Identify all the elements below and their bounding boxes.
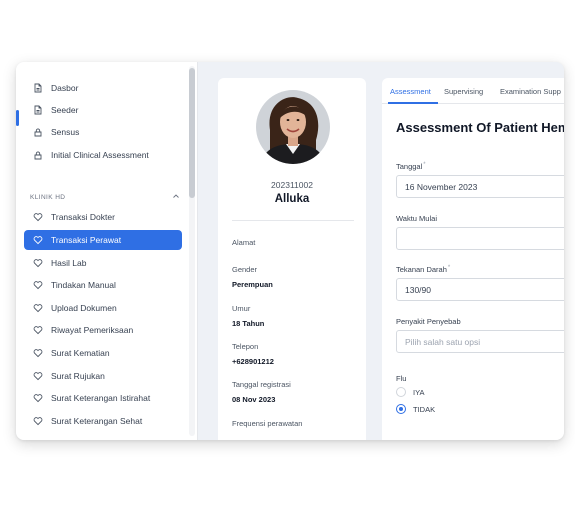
radio-button-checked[interactable] <box>396 404 406 414</box>
penyakit-penyebab-label: Penyakit Penyebab <box>396 317 461 326</box>
radio-button[interactable] <box>396 387 406 397</box>
flu-option-tidak[interactable]: TIDAK <box>396 404 435 414</box>
divider <box>232 220 354 221</box>
heart-icon <box>32 415 44 427</box>
sidebar-item-label: Transaksi Perawat <box>51 235 122 245</box>
sidebar-item-hasil-lab[interactable]: Hasil Lab <box>24 253 182 273</box>
sidebar-item-upload-dokumen[interactable]: Upload Dokumen <box>24 298 182 318</box>
lock-icon <box>32 149 44 161</box>
sidebar-item-label: Surat Rujukan <box>51 371 105 381</box>
sidebar-item-riwayat-pemeriksaan[interactable]: Riwayat Pemeriksaan <box>24 320 182 340</box>
field-label-frequensi-perawatan: Frequensi perawatan <box>232 419 303 428</box>
sidebar-item-transaksi-dokter[interactable]: Transaksi Dokter <box>24 207 182 227</box>
tanggal-label: Tanggal* <box>396 162 426 171</box>
field-label-tanggal-registrasi: Tanggal registrasi <box>232 380 291 389</box>
heart-icon <box>32 279 44 291</box>
patient-name: Alluka <box>274 193 310 205</box>
form-title: Assessment Of Patient Hem <box>396 120 564 135</box>
sidebar-item-label: Sensus <box>51 127 80 137</box>
sidebar-section-header[interactable]: KLINIK HD <box>30 192 180 202</box>
penyakit-penyebab-select[interactable]: Pilih salah satu opsi <box>396 330 564 353</box>
sidebar-item-label: Transaksi Dokter <box>51 212 115 222</box>
sidebar-scrollbar-thumb[interactable] <box>189 68 195 198</box>
radio-label: TIDAK <box>413 404 436 414</box>
sidebar-item-tindakan-manual[interactable]: Tindakan Manual <box>24 275 182 295</box>
heart-icon <box>32 324 44 336</box>
sidebar-item-label: Hasil Lab <box>51 258 87 268</box>
flu-label: Flu <box>396 374 407 383</box>
tab-bar: Assessment Supervising Examination Supp <box>382 78 564 104</box>
sidebar-item-sensus[interactable]: Sensus <box>24 122 182 142</box>
sidebar-item-label: Surat Keterangan Istirahat <box>51 393 151 403</box>
required-mark: * <box>423 162 426 168</box>
sidebar-item-surat-rujukan[interactable]: Surat Rujukan <box>24 366 182 386</box>
patient-profile-card: 202311002 Alluka Alamat Gender Perempuan… <box>218 78 366 440</box>
field-value-tanggal-registrasi: 08 Nov 2023 <box>232 395 276 404</box>
sidebar: Dasbor Seeder Sensus Initial Clinical As… <box>16 62 198 440</box>
heart-icon <box>32 234 44 246</box>
app-window: Dasbor Seeder Sensus Initial Clinical As… <box>16 62 564 440</box>
sidebar-item-label: Dasbor <box>51 83 79 93</box>
sidebar-item-label: Riwayat Pemeriksaan <box>51 325 134 335</box>
sidebar-active-marker <box>16 110 19 126</box>
field-label-gender: Gender <box>232 265 258 274</box>
field-label-telepon: Telepon <box>232 342 259 351</box>
assessment-form-panel: Assessment Supervising Examination Supp … <box>382 78 564 440</box>
sidebar-item-label: Tindakan Manual <box>51 280 116 290</box>
heart-icon <box>32 392 44 404</box>
heart-icon <box>32 257 44 269</box>
sidebar-item-seeder[interactable]: Seeder <box>24 100 182 120</box>
active-tab-indicator <box>388 102 438 104</box>
flu-option-iya[interactable]: IYA <box>396 387 425 397</box>
avatar <box>256 90 330 164</box>
field-label-alamat: Alamat <box>232 238 256 247</box>
tekanan-darah-field[interactable]: 130/90 <box>396 278 564 301</box>
heart-icon <box>32 302 44 314</box>
sidebar-item-surat-keterangan-istirahat[interactable]: Surat Keterangan Istirahat <box>24 388 182 408</box>
sidebar-section-label: KLINIK HD <box>30 193 66 201</box>
sidebar-item-label: Surat Kematian <box>51 348 110 358</box>
field-value-umur: 18 Tahun <box>232 319 265 328</box>
field-label-umur: Umur <box>232 304 251 313</box>
sidebar-item-label: Upload Dokumen <box>51 303 117 313</box>
tekanan-darah-label: Tekanan Darah* <box>396 265 451 274</box>
waktu-mulai-field[interactable] <box>396 227 564 250</box>
required-mark: * <box>447 265 451 271</box>
lock-icon <box>32 126 44 138</box>
file-icon <box>32 104 44 116</box>
sidebar-item-label: Initial Clinical Assessment <box>51 150 149 160</box>
tab-assessment[interactable]: Assessment <box>390 87 431 96</box>
heart-icon <box>32 347 44 359</box>
radio-label: IYA <box>413 387 425 397</box>
sidebar-item-label: Surat Keterangan Sehat <box>51 416 143 426</box>
patient-id: 202311002 <box>271 180 313 190</box>
chevron-up-icon <box>172 192 180 202</box>
file-icon <box>32 82 44 94</box>
field-value-telepon: +628901212 <box>232 357 274 366</box>
sidebar-item-surat-keterangan-sehat[interactable]: Surat Keterangan Sehat <box>24 411 182 431</box>
tab-examination-support[interactable]: Examination Supp <box>500 87 561 96</box>
heart-icon <box>32 211 44 223</box>
sidebar-item-dasbor[interactable]: Dasbor <box>24 78 182 98</box>
field-value-gender: Perempuan <box>232 280 273 289</box>
tab-supervising[interactable]: Supervising <box>444 87 483 96</box>
heart-icon <box>32 370 44 382</box>
waktu-mulai-label: Waktu Mulai <box>396 214 437 223</box>
sidebar-item-label: Seeder <box>51 105 79 115</box>
sidebar-item-transaksi-perawat[interactable]: Transaksi Perawat <box>24 230 182 250</box>
sidebar-item-surat-kematian[interactable]: Surat Kematian <box>24 343 182 363</box>
tanggal-field[interactable]: 16 November 2023 <box>396 175 564 198</box>
sidebar-item-initial-clinical-assessment[interactable]: Initial Clinical Assessment <box>24 145 182 165</box>
